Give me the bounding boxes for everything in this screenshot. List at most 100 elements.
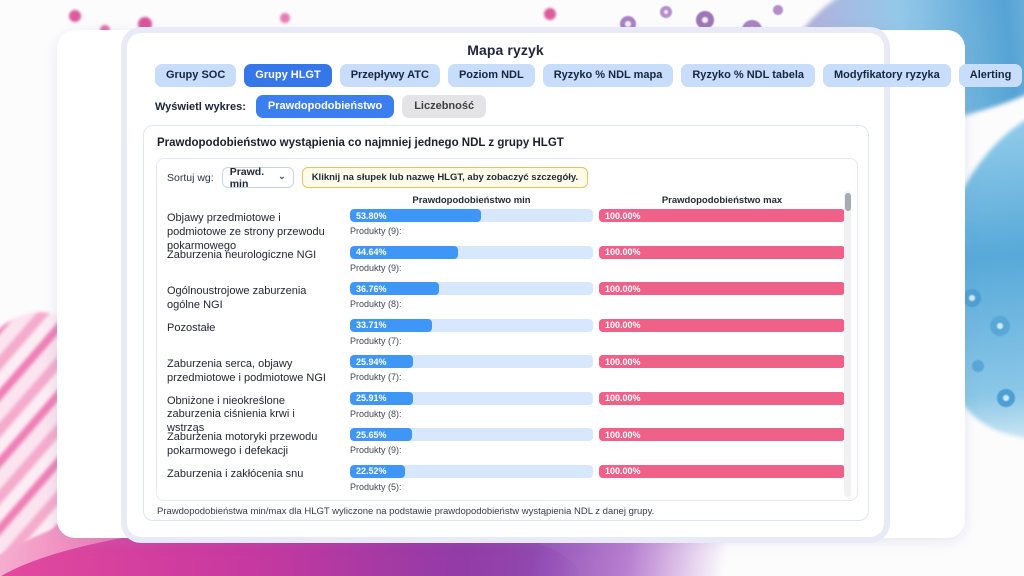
min-bar-track[interactable]: 53.80%: [350, 209, 593, 222]
max-bar-track[interactable]: 100.00%: [599, 282, 845, 295]
min-bar[interactable]: 22.52%: [350, 465, 405, 478]
tab-ryzyko-ndl-mapa[interactable]: Ryzyko % NDL mapa: [543, 64, 674, 87]
min-cell: 25.65% Produkty (9):: [350, 428, 593, 465]
min-value-label: 25.65%: [356, 430, 387, 440]
hlgt-row[interactable]: Zaburzenia i zakłócenia snu 22.52% Produ…: [167, 465, 845, 500]
min-bar[interactable]: 36.76%: [350, 282, 439, 295]
max-cell: 100.00%: [599, 282, 845, 319]
min-bar-track[interactable]: 22.52%: [350, 465, 593, 478]
hlgt-row[interactable]: Zaburzenia serca, objawy przedmiotowe i …: [167, 355, 845, 392]
chart-scrollbar-track[interactable]: [844, 191, 851, 497]
tab-ryzyko-ndl-tabela[interactable]: Ryzyko % NDL tabela: [681, 64, 815, 87]
min-bar[interactable]: 25.65%: [350, 428, 412, 441]
min-bar[interactable]: 25.91%: [350, 392, 413, 405]
products-label: Produkty (8):: [350, 409, 593, 419]
view-button-liczebnosc[interactable]: Liczebność: [402, 95, 486, 118]
column-header-max: Prawdopodobieństwo max: [599, 195, 845, 206]
max-value-label: 100.00%: [605, 466, 641, 476]
max-bar[interactable]: 100.00%: [599, 392, 845, 405]
max-value-label: 100.00%: [605, 284, 641, 294]
footnote: Prawdopodobieństwa min/max dla HLGT wyli…: [157, 506, 654, 517]
max-bar-track[interactable]: 100.00%: [599, 428, 845, 441]
max-bar-track[interactable]: 100.00%: [599, 465, 845, 478]
max-bar-track[interactable]: 100.00%: [599, 246, 845, 259]
tab-grupy-hlgt[interactable]: Grupy HLGT: [244, 64, 331, 87]
hlgt-row[interactable]: Obniżone i nieokreślone zaburzenia ciśni…: [167, 392, 845, 429]
view-button-prawdopodobienstwo[interactable]: Prawdopodobieństwo: [256, 95, 394, 118]
min-bar-track[interactable]: 25.65%: [350, 428, 593, 441]
sort-select[interactable]: Prawd. min ⌄: [222, 167, 294, 188]
hlgt-row[interactable]: Pozostałe 33.71% Produkty (7): 100.00%: [167, 319, 845, 356]
tab-poziom-ndl[interactable]: Poziom NDL: [448, 64, 535, 87]
max-value-label: 100.00%: [605, 247, 641, 257]
tab-alerting[interactable]: Alerting: [959, 64, 1023, 87]
min-bar[interactable]: 53.80%: [350, 209, 481, 222]
min-value-label: 36.76%: [356, 284, 387, 294]
tab-modyfikatory-ryzyka[interactable]: Modyfikatory ryzyka: [823, 64, 951, 87]
max-bar[interactable]: 100.00%: [599, 319, 845, 332]
max-bar[interactable]: 100.00%: [599, 282, 845, 295]
max-cell: 100.00%: [599, 319, 845, 356]
hlgt-row[interactable]: Zaburzenia motoryki przewodu pokarmowego…: [167, 428, 845, 465]
min-value-label: 44.64%: [356, 247, 387, 257]
hlgt-name[interactable]: Pozostałe: [167, 319, 344, 356]
chart-scrollbar-thumb[interactable]: [845, 193, 851, 211]
tab-przeplywy-atc[interactable]: Przepływy ATC: [340, 64, 440, 87]
hint-box: Kliknij na słupek lub nazwę HLGT, aby zo…: [302, 167, 588, 188]
products-label: Produkty (9):: [350, 263, 593, 273]
min-bar-track[interactable]: 44.64%: [350, 246, 593, 259]
min-cell: 25.94% Produkty (7):: [350, 355, 593, 392]
hlgt-name[interactable]: Ogólnoustrojowe zaburzenia ogólne NGI: [167, 282, 344, 319]
max-bar-track[interactable]: 100.00%: [599, 319, 845, 332]
min-bar[interactable]: 33.71%: [350, 319, 432, 332]
hlgt-row[interactable]: Objawy przedmiotowe i podmiotowe ze stro…: [167, 209, 845, 246]
min-bar-track[interactable]: 25.91%: [350, 392, 593, 405]
max-value-label: 100.00%: [605, 211, 641, 221]
max-bar[interactable]: 100.00%: [599, 355, 845, 368]
max-value-label: 100.00%: [605, 430, 641, 440]
max-value-label: 100.00%: [605, 320, 641, 330]
max-bar[interactable]: 100.00%: [599, 465, 845, 478]
max-bar-track[interactable]: 100.00%: [599, 355, 845, 368]
max-bar[interactable]: 100.00%: [599, 246, 845, 259]
min-bar-track[interactable]: 33.71%: [350, 319, 593, 332]
app-card: Mapa ryzyk Grupy SOCGrupy HLGTPrzepływy …: [127, 33, 884, 537]
min-value-label: 22.52%: [356, 466, 387, 476]
tab-grupy-soc[interactable]: Grupy SOC: [155, 64, 236, 87]
products-label: Produkty (7):: [350, 372, 593, 382]
hlgt-name[interactable]: Zaburzenia serca, objawy przedmiotowe i …: [167, 355, 344, 392]
max-bar[interactable]: 100.00%: [599, 428, 845, 441]
chart-panel: Sortuj wg: Prawd. min ⌄ Kliknij na słupe…: [156, 158, 858, 501]
max-cell: 100.00%: [599, 246, 845, 283]
max-cell: 100.00%: [599, 428, 845, 465]
products-label: Produkty (7):: [350, 336, 593, 346]
max-value-label: 100.00%: [605, 393, 641, 403]
chart-column-headers: Prawdopodobieństwo min Prawdopodobieństw…: [167, 195, 845, 206]
min-value-label: 25.94%: [356, 357, 387, 367]
min-bar-track[interactable]: 36.76%: [350, 282, 593, 295]
max-bar-track[interactable]: 100.00%: [599, 392, 845, 405]
view-switch-label: Wyświetl wykres:: [155, 101, 246, 113]
max-value-label: 100.00%: [605, 357, 641, 367]
max-bar-track[interactable]: 100.00%: [599, 209, 845, 222]
hlgt-row[interactable]: Ogólnoustrojowe zaburzenia ogólne NGI 36…: [167, 282, 845, 319]
column-header-min: Prawdopodobieństwo min: [350, 195, 593, 206]
min-cell: 22.52% Produkty (5):: [350, 465, 593, 500]
hlgt-row[interactable]: Zaburzenia neurologiczne NGI 44.64% Prod…: [167, 246, 845, 283]
min-bar[interactable]: 25.94%: [350, 355, 413, 368]
chart-rows: Objawy przedmiotowe i podmiotowe ze stro…: [167, 209, 845, 499]
section-title: Prawdopodobieństwo wystąpienia co najmni…: [157, 137, 564, 149]
hlgt-name[interactable]: Zaburzenia motoryki przewodu pokarmowego…: [167, 428, 344, 465]
hlgt-name[interactable]: Zaburzenia neurologiczne NGI: [167, 246, 344, 283]
view-switch-options: Prawdopodobieństwo Liczebność: [256, 95, 486, 118]
hlgt-name[interactable]: Zaburzenia i zakłócenia snu: [167, 465, 344, 500]
probability-section: Prawdopodobieństwo wystąpienia co najmni…: [143, 125, 869, 521]
min-bar[interactable]: 44.64%: [350, 246, 458, 259]
chart-controls: Sortuj wg: Prawd. min ⌄ Kliknij na słupe…: [167, 167, 588, 188]
min-bar-track[interactable]: 25.94%: [350, 355, 593, 368]
max-cell: 100.00%: [599, 355, 845, 392]
sort-label: Sortuj wg:: [167, 172, 214, 184]
max-bar[interactable]: 100.00%: [599, 209, 845, 222]
products-label: Produkty (5):: [350, 482, 593, 492]
products-label: Produkty (8):: [350, 299, 593, 309]
